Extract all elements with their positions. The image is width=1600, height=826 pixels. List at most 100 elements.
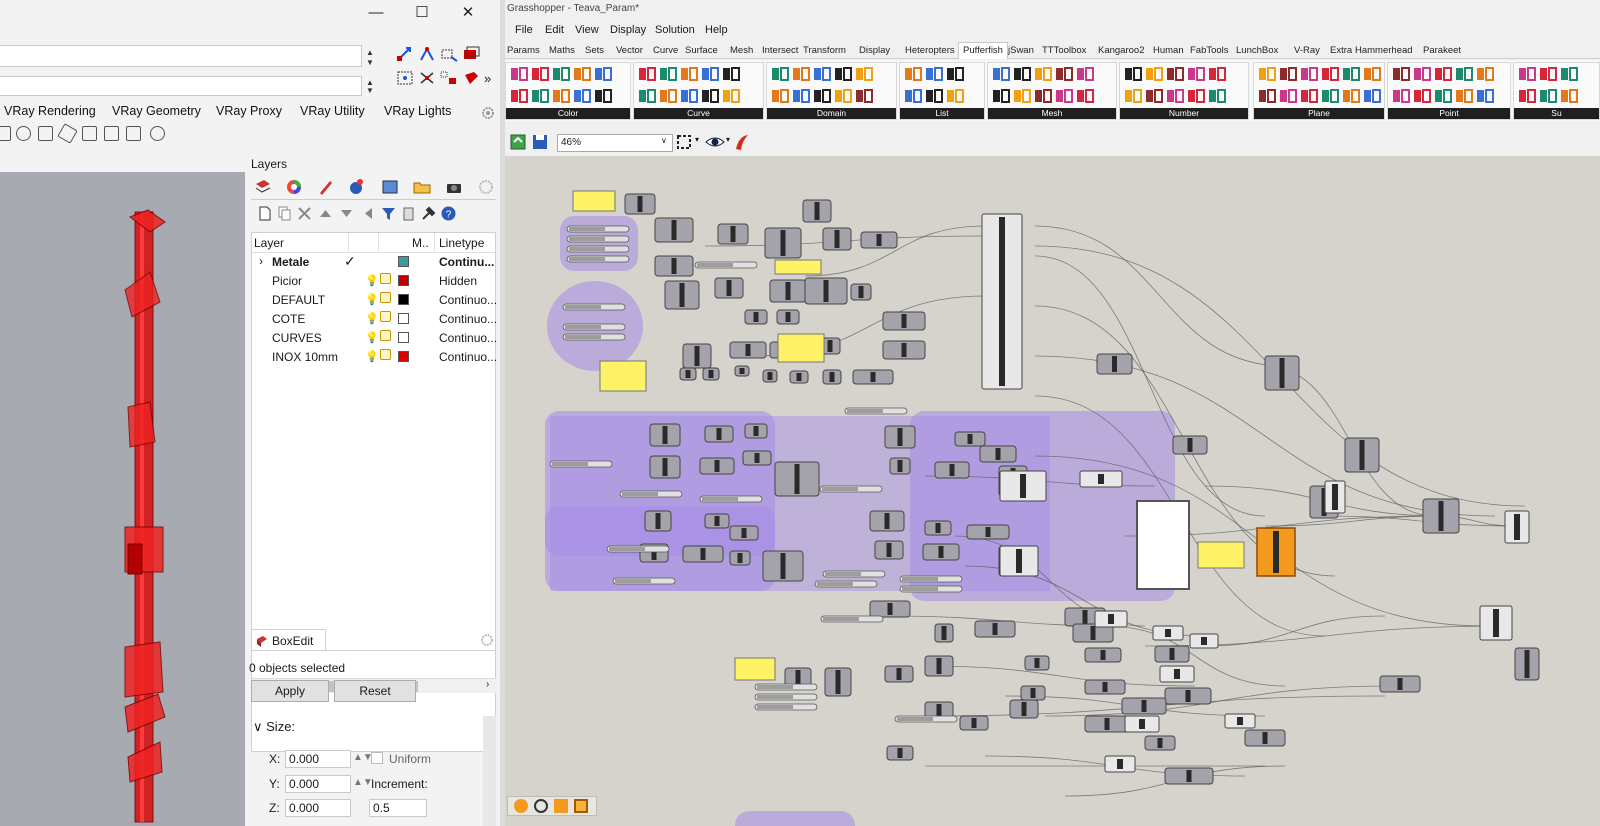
component-node-body[interactable] [796,373,802,381]
component-node-body[interactable] [1100,650,1106,660]
layer-row[interactable]: DEFAULT 💡 Continuo... [252,291,497,310]
component-icon[interactable] [1434,66,1452,82]
tab-pufferfish[interactable]: Pufferfish [958,42,1008,59]
component-node-body[interactable] [835,670,841,694]
component-icon[interactable] [1124,88,1142,104]
component-node-body[interactable] [967,434,973,444]
dropdown-icon[interactable]: ▾ [695,135,699,144]
tab-vray-utility[interactable]: VRay Utility [300,104,365,118]
component-icon[interactable] [992,88,1010,104]
component-icon[interactable] [1013,88,1031,104]
component-icon[interactable] [855,66,873,82]
component-icon[interactable] [1055,88,1073,104]
vray-tool-icon[interactable] [38,126,53,141]
component-node-body[interactable] [1030,688,1036,698]
component-icon[interactable] [813,66,831,82]
text-panel-white[interactable] [1136,500,1190,590]
component-node-body[interactable] [1082,610,1088,624]
widget-icon[interactable] [574,799,588,813]
component-node-body[interactable] [1262,732,1268,744]
component-icon[interactable] [594,66,612,82]
tab-intersect[interactable]: Intersect [762,45,798,56]
new-sublayer-icon[interactable] [277,206,292,221]
scale-icon[interactable] [440,46,458,62]
component-icon[interactable] [1166,66,1184,82]
component-node-body[interactable] [694,346,700,366]
layers-tab-icon[interactable] [254,178,272,196]
component-icon[interactable] [1034,66,1052,82]
command-input[interactable] [0,76,362,96]
component-node-body[interactable] [897,428,903,446]
component-icon[interactable] [1518,88,1536,104]
component-icon[interactable] [1258,66,1276,82]
tab-surface[interactable]: Surface [685,45,718,56]
component-node-body[interactable] [726,280,732,296]
component-icon[interactable] [1455,66,1473,82]
component-node-body[interactable] [671,220,677,240]
camera-icon[interactable] [445,178,463,196]
component-icon[interactable] [1258,88,1276,104]
component-icon[interactable] [792,88,810,104]
component-node-body[interactable] [730,226,736,242]
vray-tool-icon[interactable] [82,126,97,141]
component-icon[interactable] [1392,66,1410,82]
component-node-body[interactable] [999,217,1005,386]
component-node-body[interactable] [700,548,706,560]
lightbulb-icon[interactable]: 💡 [365,331,379,344]
component-icon[interactable] [992,66,1010,82]
component-node-body[interactable] [814,202,820,220]
component-icon[interactable] [1476,88,1494,104]
slider-track[interactable] [902,587,938,591]
component-icon[interactable] [946,66,964,82]
slider-track[interactable] [569,257,605,261]
tab-hammerhead[interactable]: Hammerhead [1355,45,1413,56]
minimize-button[interactable]: — [353,0,399,26]
component-icon[interactable] [1321,66,1339,82]
component-node-body[interactable] [671,258,677,274]
move-up-icon[interactable] [318,206,333,221]
component-icon[interactable] [1013,66,1031,82]
menu-edit[interactable]: Edit [545,24,564,36]
mirror-icon[interactable] [418,70,436,86]
component-node-body[interactable] [834,230,840,248]
component-icon[interactable] [855,88,873,104]
component-node-body[interactable] [1157,738,1163,748]
tab-human[interactable]: Human [1153,45,1184,56]
component-node-body[interactable] [1237,717,1243,725]
layer-row[interactable]: CURVES 💡 Continuo... [252,329,497,348]
layer-linetype[interactable]: Continuo... [439,350,497,364]
menu-help[interactable]: Help [705,24,728,36]
component-node-body[interactable] [1186,770,1192,782]
tab-jswan[interactable]: jSwan [1008,45,1034,56]
box-edit-icon[interactable] [462,46,480,62]
lightbulb-icon[interactable]: 💡 [365,274,379,287]
gumball-icon[interactable] [396,70,414,86]
widget-icon[interactable] [534,799,548,813]
component-node-body[interactable] [1169,648,1175,660]
lock-icon[interactable] [380,273,391,284]
component-icon[interactable] [1279,66,1297,82]
vertical-scrollbar[interactable] [483,716,496,826]
component-icon[interactable] [552,88,570,104]
component-icon[interactable] [771,88,789,104]
component-node-body[interactable] [1117,759,1123,769]
tab-heteropters[interactable]: Heteropters [905,45,955,56]
component-node-body[interactable] [938,546,944,558]
component-node-body[interactable] [971,718,977,728]
component-icon[interactable] [1518,66,1536,82]
component-icon[interactable] [813,88,831,104]
component-node-body[interactable] [886,543,892,557]
component-icon[interactable] [834,88,852,104]
component-icon[interactable] [925,88,943,104]
tools-icon[interactable] [421,206,436,221]
x-spinner[interactable]: ▲▼ [353,752,373,763]
component-icon[interactable] [1300,88,1318,104]
tab-transform[interactable]: Transform [803,45,846,56]
component-node-body[interactable] [1139,719,1145,729]
component-icon[interactable] [792,66,810,82]
component-icon[interactable] [1363,88,1381,104]
dropdown-icon[interactable]: ▾ [726,135,730,144]
component-node-body[interactable] [1201,637,1207,645]
component-node-body[interactable] [753,426,759,436]
current-layer-check-icon[interactable]: ✓ [344,253,356,270]
